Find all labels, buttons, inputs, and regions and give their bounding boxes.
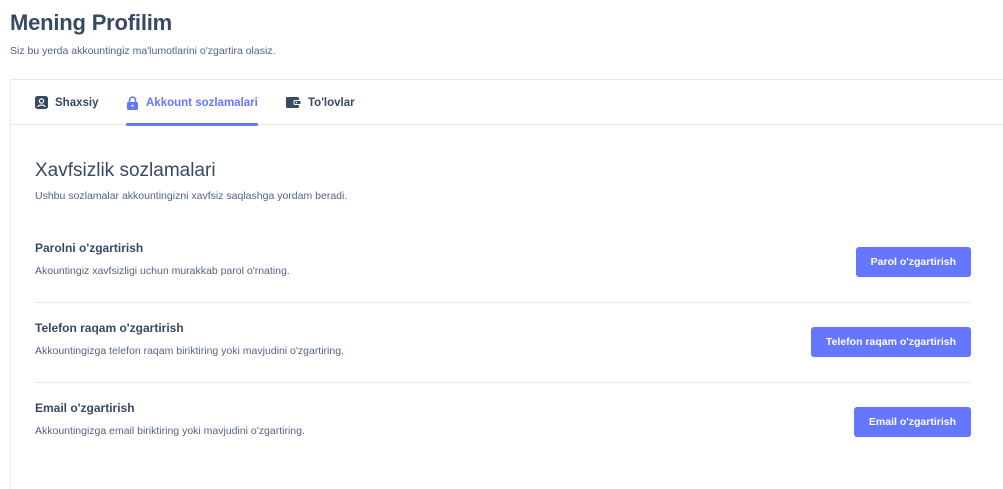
tab-account-settings-label: Akkount sozlamalari [146, 96, 258, 109]
email-setting-description: Akkountingizga email biriktiring yoki ma… [35, 425, 305, 437]
tab-personal-label: Shaxsiy [55, 96, 99, 109]
password-setting-row: Parolni o'zgartirish Akountingiz xavfsiz… [35, 238, 971, 318]
page-title: Mening Profilim [10, 10, 173, 35]
email-setting-row: Email o'zgartirish Akkountingizga email … [35, 398, 971, 478]
tab-account-settings[interactable]: Akkount sozlamalari [126, 80, 258, 126]
lock-icon [126, 95, 139, 110]
phone-setting-description: Akkountingizga telefon raqam biriktiring… [35, 345, 344, 357]
section-title: Xavfsizlik sozlamalari [35, 160, 216, 181]
user-icon [35, 96, 48, 109]
password-setting-description: Akountingiz xavfsizligi uchun murakkab p… [35, 265, 290, 277]
tab-bar: Shaxsiy Akkount sozlamalari To'lovlar [11, 80, 1003, 126]
tab-personal[interactable]: Shaxsiy [35, 80, 98, 125]
phone-setting-title: Telefon raqam o'zgartirish [35, 321, 184, 335]
profile-page: Mening Profilim Siz bu yerda akkountingi… [0, 0, 1003, 489]
phone-setting-row: Telefon raqam o'zgartirish Akkountingizg… [35, 318, 971, 398]
password-setting-title: Parolni o'zgartirish [35, 241, 144, 255]
divider [35, 302, 971, 303]
change-email-button[interactable]: Email o'zgartirish [853, 407, 971, 437]
email-setting-title: Email o'zgartirish [35, 401, 135, 415]
divider [35, 382, 971, 383]
tab-payments-label: To'lovlar [308, 96, 355, 109]
page-subtitle: Siz bu yerda akkountingiz ma'lumotlarini… [10, 45, 276, 57]
wallet-icon [286, 96, 301, 109]
change-password-button[interactable]: Parol o'zgartirish [855, 247, 971, 277]
change-phone-button[interactable]: Telefon raqam o'zgartirish [810, 327, 971, 357]
tab-payments[interactable]: To'lovlar [286, 80, 355, 125]
section-description: Ushbu sozlamalar akkountingizni xavfsiz … [35, 190, 348, 202]
